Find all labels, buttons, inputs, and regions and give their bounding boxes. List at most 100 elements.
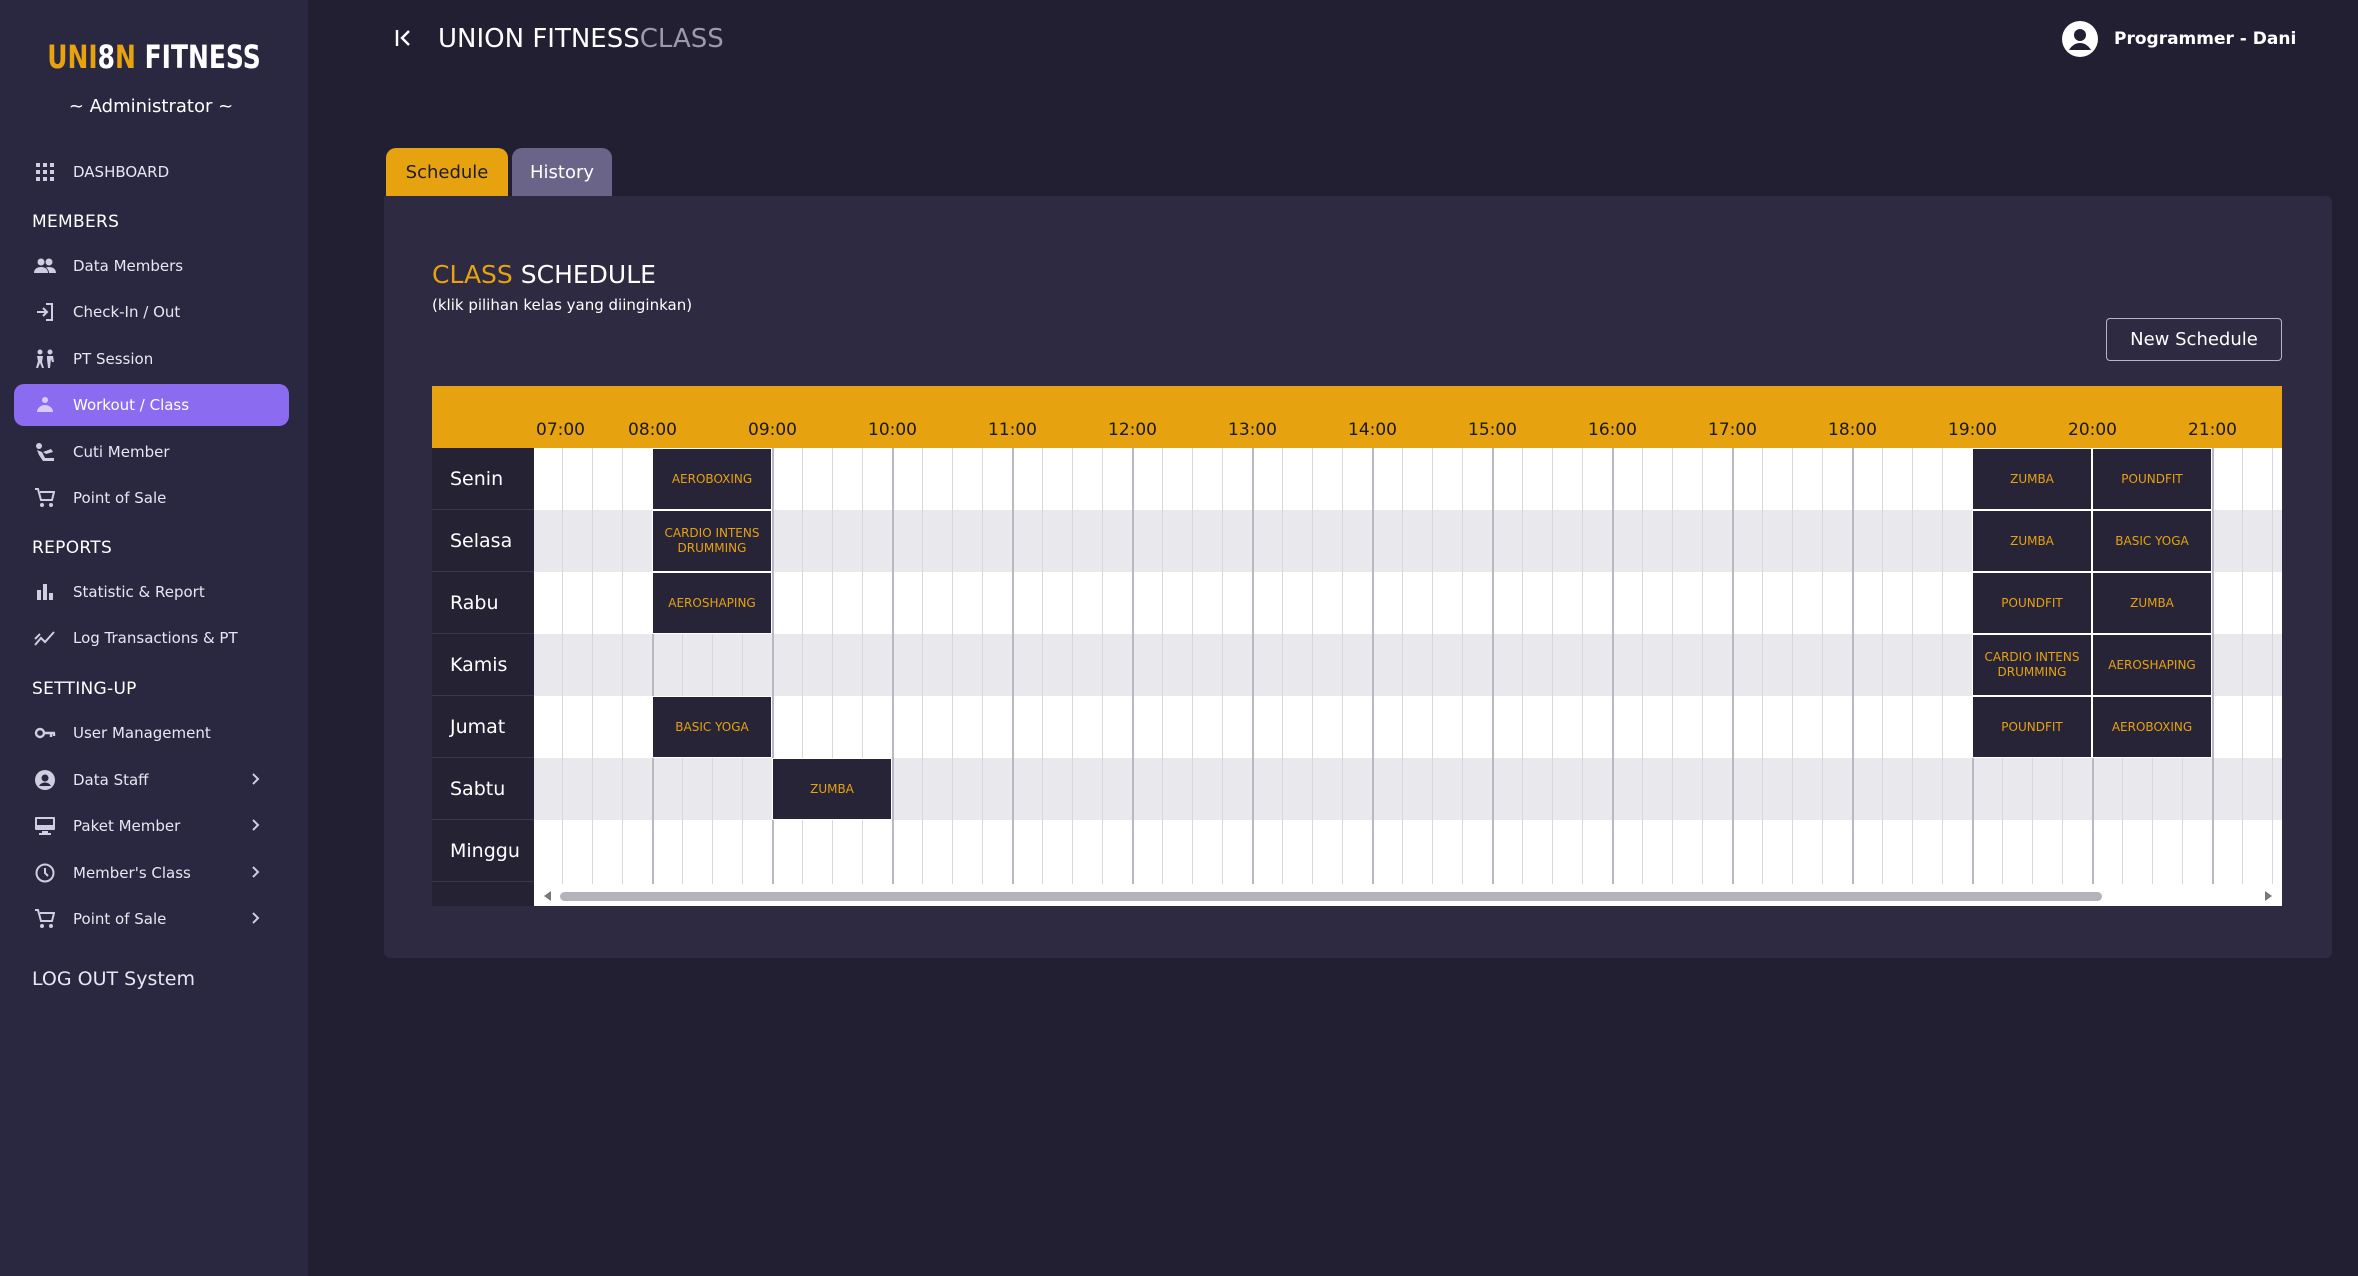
time-label: 21:00 — [2188, 420, 2237, 440]
grid-line — [1792, 448, 1793, 884]
grid-line — [1882, 448, 1883, 884]
grid-line — [1612, 448, 1614, 884]
grid-line — [1342, 448, 1343, 884]
class-block[interactable]: AEROBOXING — [2092, 696, 2212, 758]
new-schedule-button[interactable]: New Schedule — [2106, 318, 2282, 361]
horizontal-scrollbar[interactable] — [534, 886, 2282, 906]
brand-logo: UNI8N FITNESS — [47, 38, 261, 76]
bar-chart-icon — [34, 581, 56, 603]
nav-dashboard[interactable]: DASHBOARD — [14, 151, 289, 193]
class-block[interactable]: AEROSHAPING — [2092, 634, 2212, 696]
nav-workout-class[interactable]: Workout / Class — [14, 384, 289, 426]
time-label: 11:00 — [988, 420, 1037, 440]
grid-line — [1822, 448, 1823, 884]
account-icon — [34, 769, 56, 791]
day-label-senin: Senin — [432, 448, 534, 510]
collapse-icon[interactable] — [392, 26, 416, 50]
key-icon — [34, 722, 56, 744]
class-block[interactable]: BASIC YOGA — [2092, 510, 2212, 572]
day-label-jumat: Jumat — [432, 696, 534, 758]
class-block[interactable]: ZUMBA — [1972, 448, 2092, 510]
day-label-minggu: Minggu — [432, 820, 534, 882]
nav-log-transactions[interactable]: Log Transactions & PT — [14, 617, 289, 659]
nav-cuti-member-label: Cuti Member — [73, 443, 170, 461]
class-block[interactable]: POUNDFIT — [1972, 572, 2092, 634]
logout-link[interactable]: LOG OUT System — [32, 968, 195, 990]
class-block[interactable]: POUNDFIT — [2092, 448, 2212, 510]
nav-user-management-label: User Management — [73, 724, 211, 742]
nav-check-in-out[interactable]: Check-In / Out — [14, 291, 289, 333]
grid-line — [1762, 448, 1763, 884]
sidebar: UNI8N FITNESS ~ Administrator ~ DASHBOAR… — [0, 0, 308, 1276]
login-icon — [34, 301, 56, 323]
nav-data-members-label: Data Members — [73, 257, 184, 275]
nav-paket-member-label: Paket Member — [73, 817, 181, 835]
day-label-rabu: Rabu — [432, 572, 534, 634]
class-block[interactable]: ZUMBA — [1972, 510, 2092, 572]
chevron-right-icon — [252, 773, 260, 785]
nav-cuti-member[interactable]: Cuti Member — [14, 431, 289, 473]
grid-line — [1102, 448, 1103, 884]
user-menu[interactable]: Programmer - Dani — [2062, 20, 2296, 58]
tab-schedule[interactable]: Schedule — [386, 148, 508, 196]
nav-members-class-label: Member's Class — [73, 864, 191, 882]
scroll-thumb[interactable] — [560, 892, 2102, 901]
nav-data-staff[interactable]: Data Staff — [14, 759, 289, 801]
class-block[interactable]: CARDIO INTENS DRUMMING — [1972, 634, 2092, 696]
class-block[interactable]: AEROBOXING — [652, 448, 772, 510]
tab-history[interactable]: History — [512, 148, 612, 196]
grid-line — [1942, 448, 1943, 884]
clock-icon — [34, 862, 56, 884]
schedule-grid: Senin Selasa Rabu Kamis Jumat Sabtu Minggu 07:0… — [432, 386, 2282, 906]
grid-line — [1222, 448, 1223, 884]
grid-line — [922, 448, 923, 884]
chevron-right-icon — [252, 912, 260, 924]
grid-line — [1252, 448, 1254, 884]
class-block[interactable]: ZUMBA — [772, 758, 892, 820]
grid-line — [1552, 448, 1553, 884]
nav-user-management[interactable]: User Management — [14, 712, 289, 754]
grid-line — [1192, 448, 1193, 884]
scroll-left-icon[interactable] — [544, 891, 551, 901]
page-title: UNION FITNESSCLASS — [438, 24, 724, 54]
class-block[interactable]: AEROSHAPING — [652, 572, 772, 634]
user-role: ~ Administrator ~ — [68, 96, 234, 117]
grid-line — [1672, 448, 1673, 884]
people-icon — [34, 255, 56, 277]
grid-line — [1402, 448, 1403, 884]
time-label: 12:00 — [1108, 420, 1157, 440]
day-label-sabtu: Sabtu — [432, 758, 534, 820]
class-block[interactable]: CARDIO INTENS DRUMMING — [652, 510, 772, 572]
nav-point-of-sale-setting[interactable]: Point of Sale — [14, 898, 289, 940]
nav-point-of-sale-setting-label: Point of Sale — [73, 910, 167, 928]
grid-line — [1312, 448, 1313, 884]
time-label: 17:00 — [1708, 420, 1757, 440]
class-block[interactable]: BASIC YOGA — [652, 696, 772, 758]
grid-line — [1012, 448, 1014, 884]
grid-line — [1282, 448, 1283, 884]
nav-pt-session-label: PT Session — [73, 350, 154, 368]
nav-data-members[interactable]: Data Members — [14, 245, 289, 287]
nav-pt-session[interactable]: PT Session — [14, 338, 289, 380]
time-label: 10:00 — [868, 420, 917, 440]
class-block[interactable]: POUNDFIT — [1972, 696, 2092, 758]
card-title: CLASS SCHEDULE — [432, 260, 656, 289]
day-label-kamis: Kamis — [432, 634, 534, 696]
nav-point-of-sale[interactable]: Point of Sale — [14, 477, 289, 519]
grid-line — [2242, 448, 2243, 884]
nav-statistic-report[interactable]: Statistic & Report — [14, 571, 289, 613]
grid-line — [562, 448, 563, 884]
grid-line — [1852, 448, 1854, 884]
grid-line — [1432, 448, 1433, 884]
nav-paket-member[interactable]: Paket Member — [14, 805, 289, 847]
time-label: 13:00 — [1228, 420, 1277, 440]
nav-members-class[interactable]: Member's Class — [14, 852, 289, 894]
nav-workout-class-label: Workout / Class — [73, 396, 190, 414]
class-block[interactable]: ZUMBA — [2092, 572, 2212, 634]
grid-line — [1042, 448, 1043, 884]
grid-line — [1912, 448, 1913, 884]
grid-line — [1732, 448, 1734, 884]
scroll-right-icon[interactable] — [2265, 891, 2272, 901]
nav-dashboard-label: DASHBOARD — [73, 163, 170, 181]
time-label: 07:00 — [536, 420, 585, 440]
